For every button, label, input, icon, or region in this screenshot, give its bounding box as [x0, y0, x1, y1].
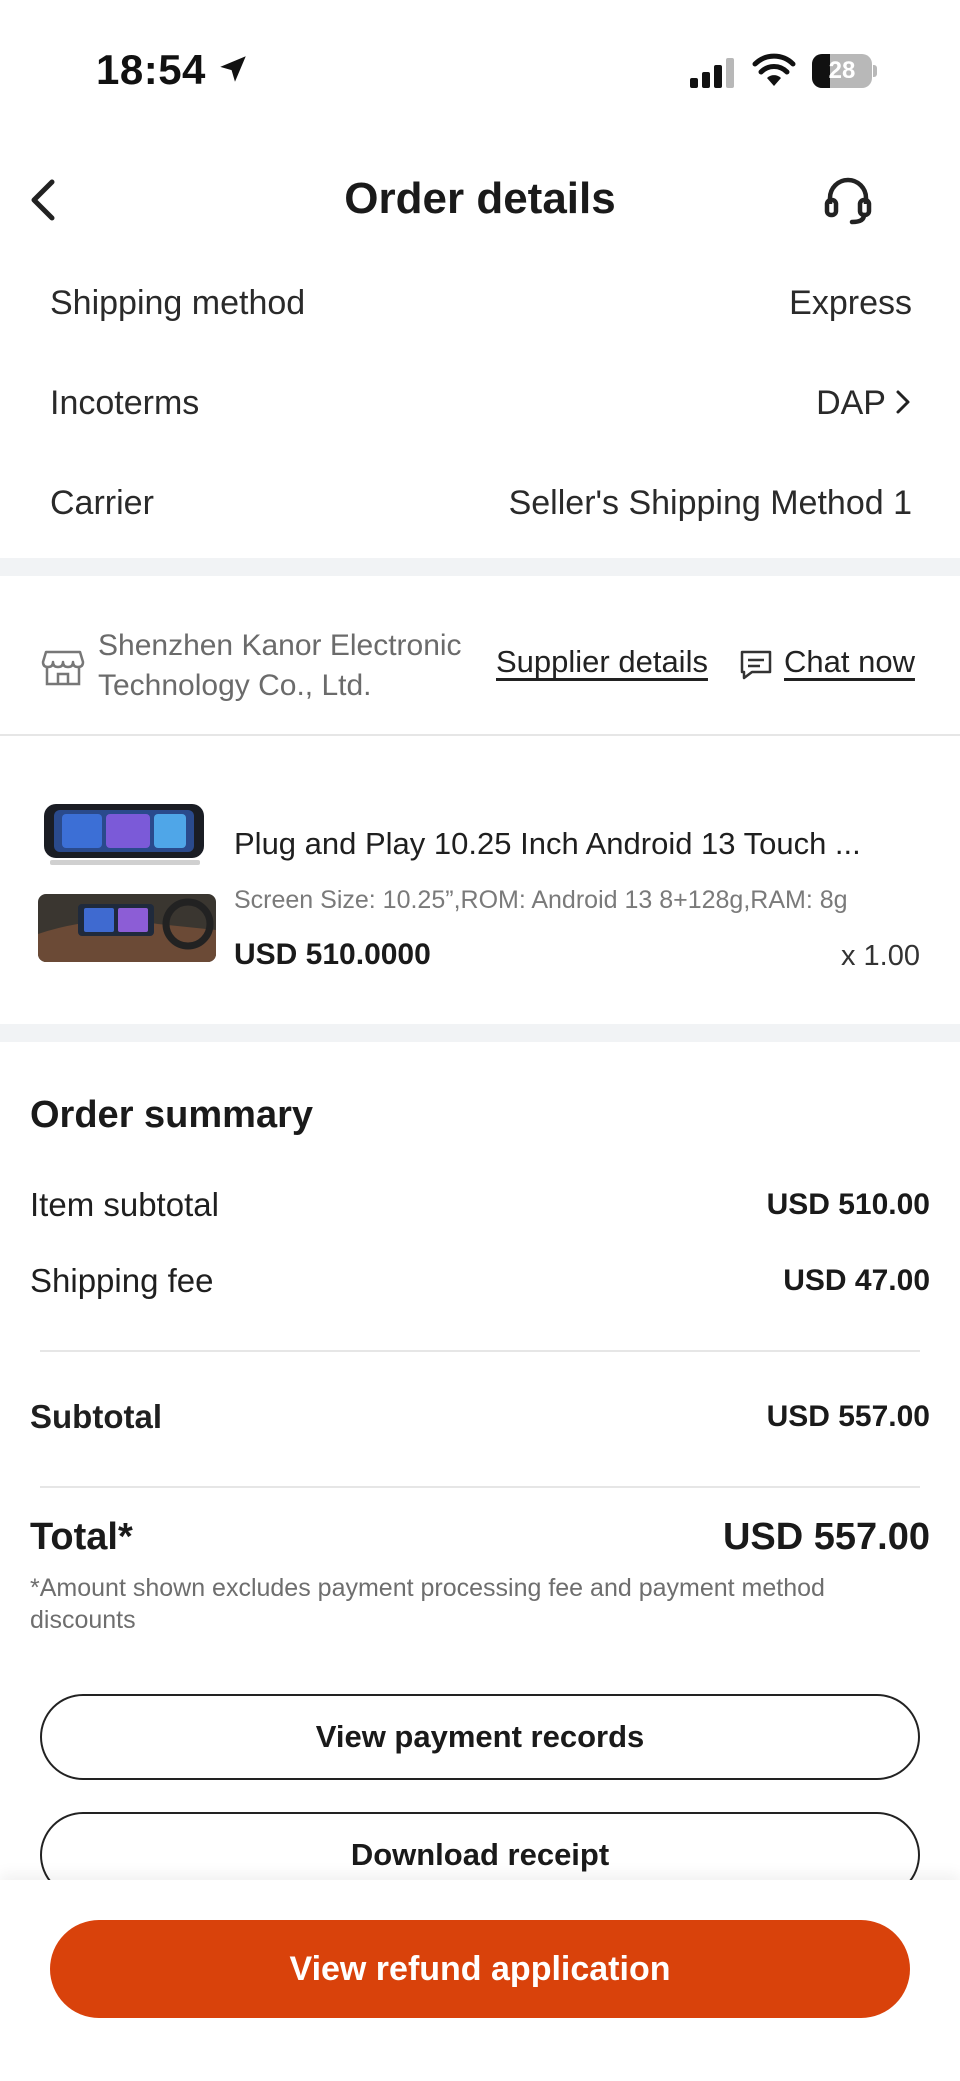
incoterms-value: DAP — [816, 384, 886, 422]
subtotal-row: Subtotal USD 557.00 — [30, 1398, 930, 1448]
chat-icon[interactable] — [738, 648, 774, 682]
item-subtotal-row: Item subtotal USD 510.00 — [30, 1186, 930, 1236]
total-label: Total* — [30, 1516, 133, 1558]
battery-indicator: 28 — [812, 54, 877, 88]
shipping-method-label: Shipping method — [50, 284, 306, 322]
shipping-method-row: Shipping method Express — [50, 276, 912, 336]
supplier-name: Shenzhen Kanor Electronic Technology Co.… — [98, 629, 462, 702]
view-payment-records-button[interactable]: View payment records — [40, 1694, 920, 1780]
product-spec: Screen Size: 10.25”,ROM: Android 13 8+12… — [234, 886, 848, 914]
battery-level: 28 — [828, 57, 856, 84]
store-icon — [41, 650, 85, 686]
item-subtotal-value: USD 510.00 — [766, 1188, 930, 1221]
location-arrow-icon — [220, 56, 246, 82]
status-time: 18:54 — [96, 46, 206, 93]
wifi-icon — [752, 53, 796, 86]
divider — [40, 1486, 920, 1488]
section-divider — [0, 558, 960, 576]
divider — [40, 1350, 920, 1352]
item-subtotal-label: Item subtotal — [30, 1186, 219, 1223]
product-image-dashboard[interactable] — [38, 894, 216, 962]
product-image-screen[interactable] — [40, 800, 208, 870]
cellular-signal-icon — [690, 58, 734, 88]
section-divider — [0, 1024, 960, 1042]
shipping-fee-label: Shipping fee — [30, 1262, 214, 1299]
headset-support-icon[interactable] — [820, 172, 876, 228]
incoterms-value-wrap[interactable]: DAP — [816, 384, 912, 423]
carrier-label: Carrier — [50, 484, 154, 522]
order-summary-title: Order summary — [30, 1094, 314, 1136]
shipping-method-value: Express — [789, 284, 912, 322]
page-header: Order details — [0, 150, 960, 250]
incoterms-label: Incoterms — [50, 384, 200, 422]
subtotal-label: Subtotal — [30, 1398, 162, 1435]
chat-now-link[interactable]: Chat now — [784, 644, 915, 680]
total-value: USD 557.00 — [722, 1516, 930, 1558]
carrier-value: Seller's Shipping Method 1 — [508, 484, 912, 522]
chevron-right-icon — [896, 390, 910, 414]
shipping-fee-value: USD 47.00 — [783, 1264, 930, 1297]
total-footnote: *Amount shown excludes payment processin… — [30, 1574, 825, 1634]
carrier-row: Carrier Seller's Shipping Method 1 — [50, 476, 912, 536]
status-bar: 18:54 28 — [0, 0, 960, 140]
product-quantity: x 1.00 — [841, 940, 920, 972]
supplier-details-link[interactable]: Supplier details — [496, 644, 708, 680]
shipping-fee-row: Shipping fee USD 47.00 — [30, 1262, 930, 1312]
product-price: USD 510.0000 — [234, 938, 431, 971]
incoterms-row[interactable]: Incoterms DAP — [50, 376, 912, 436]
product-title[interactable]: Plug and Play 10.25 Inch Android 13 Touc… — [234, 826, 874, 862]
view-refund-application-button[interactable]: View refund application — [50, 1920, 910, 2018]
page-title: Order details — [344, 174, 616, 223]
subtotal-value: USD 557.00 — [766, 1400, 930, 1433]
divider — [0, 734, 960, 736]
